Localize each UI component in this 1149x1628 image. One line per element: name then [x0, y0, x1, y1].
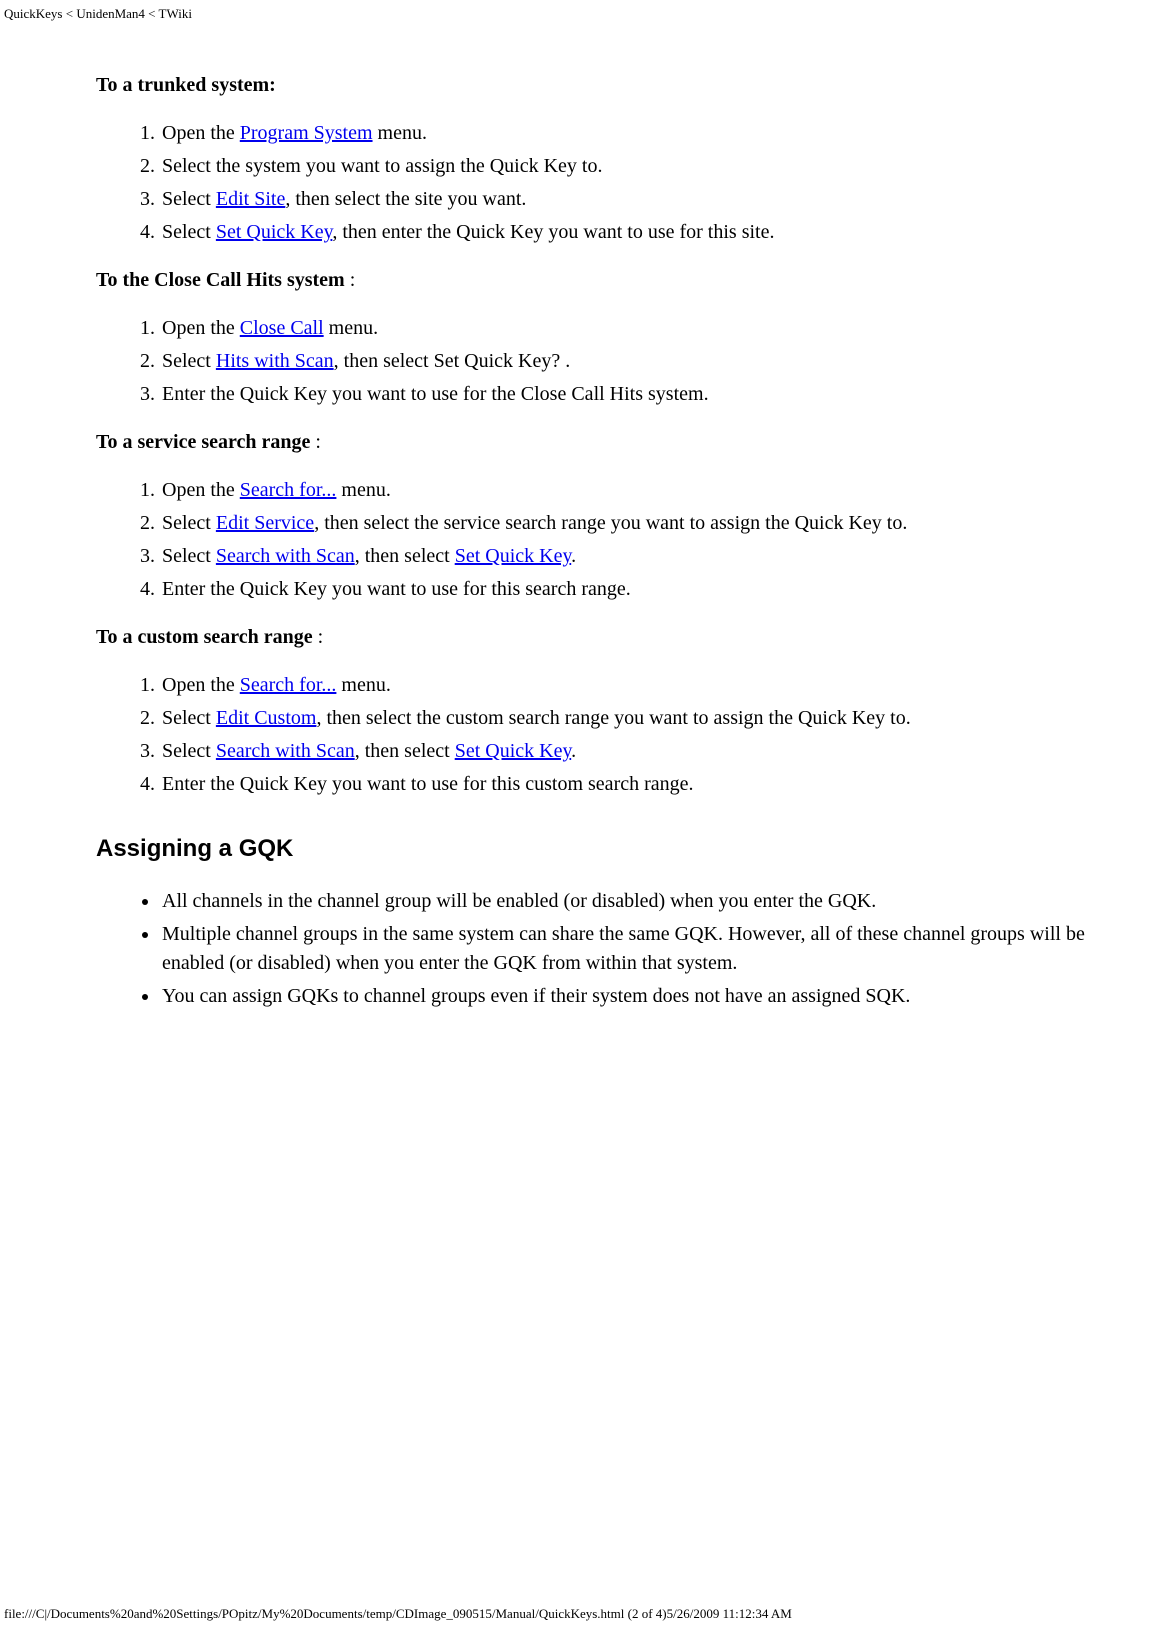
- link-set-quick-key[interactable]: Set Quick Key: [455, 545, 571, 567]
- text: , then select the site you want.: [285, 188, 526, 210]
- list-item: Select Search with Scan, then select Set…: [160, 737, 1109, 766]
- text: Open the: [162, 317, 240, 339]
- list-item: Enter the Quick Key you want to use for …: [160, 575, 1109, 604]
- text: , then enter the Quick Key you want to u…: [332, 221, 774, 243]
- link-search-with-scan[interactable]: Search with Scan: [216, 740, 355, 762]
- text: You can assign GQKs to channel groups ev…: [162, 985, 910, 1007]
- list-item: Multiple channel groups in the same syst…: [160, 920, 1109, 978]
- link-search-with-scan[interactable]: Search with Scan: [216, 545, 355, 567]
- text: Open the: [162, 674, 240, 696]
- text: To the Close Call Hits system: [96, 269, 345, 291]
- section-title-service: To a service search range :: [96, 431, 1109, 454]
- link-set-quick-key[interactable]: Set Quick Key: [216, 221, 332, 243]
- link-close-call[interactable]: Close Call: [240, 317, 324, 339]
- list-item: Enter the Quick Key you want to use for …: [160, 380, 1109, 409]
- list-custom: Open the Search for... menu. Select Edit…: [128, 671, 1109, 799]
- text: Select: [162, 512, 216, 534]
- footer-path: file:///C|/Documents%20and%20Settings/PO…: [4, 1606, 792, 1622]
- text: menu.: [336, 674, 390, 696]
- list-service: Open the Search for... menu. Select Edit…: [128, 476, 1109, 604]
- link-search-for[interactable]: Search for...: [240, 674, 337, 696]
- link-set-quick-key[interactable]: Set Quick Key: [455, 740, 571, 762]
- link-edit-site[interactable]: Edit Site: [216, 188, 285, 210]
- text: All channels in the channel group will b…: [162, 890, 876, 912]
- text: Select: [162, 545, 216, 567]
- text: Select: [162, 740, 216, 762]
- list-item: Select Edit Service, then select the ser…: [160, 509, 1109, 538]
- link-program-system[interactable]: Program System: [240, 122, 373, 144]
- heading-assigning-gqk: Assigning a GQK: [96, 835, 1109, 863]
- list-gqk: All channels in the channel group will b…: [128, 887, 1109, 1011]
- text: To a custom search range: [96, 626, 313, 648]
- list-item: Select Search with Scan, then select Set…: [160, 542, 1109, 571]
- text: Open the: [162, 122, 240, 144]
- text: Select the system you want to assign the…: [162, 155, 602, 177]
- section-title-closecall: To the Close Call Hits system :: [96, 269, 1109, 292]
- page: QuickKeys < UnidenMan4 < TWiki To a trun…: [0, 0, 1149, 1628]
- link-search-for[interactable]: Search for...: [240, 479, 337, 501]
- list-item: Select the system you want to assign the…: [160, 152, 1109, 181]
- section-title-trunked: To a trunked system:: [96, 74, 1109, 97]
- document-body: To a trunked system: Open the Program Sy…: [0, 22, 1149, 1011]
- list-closecall: Open the Close Call menu. Select Hits wi…: [128, 314, 1109, 409]
- text: Open the: [162, 479, 240, 501]
- list-item: Open the Close Call menu.: [160, 314, 1109, 343]
- text: , then select Set Quick Key? .: [334, 350, 571, 372]
- link-edit-custom[interactable]: Edit Custom: [216, 707, 317, 729]
- text: , then select: [355, 545, 455, 567]
- link-hits-with-scan[interactable]: Hits with Scan: [216, 350, 334, 372]
- list-item: Open the Search for... menu.: [160, 476, 1109, 505]
- text: Enter the Quick Key you want to use for …: [162, 578, 631, 600]
- text: , then select: [355, 740, 455, 762]
- text: menu.: [373, 122, 427, 144]
- list-item: All channels in the channel group will b…: [160, 887, 1109, 916]
- list-item: Open the Program System menu.: [160, 119, 1109, 148]
- text: Select: [162, 221, 216, 243]
- text: Multiple channel groups in the same syst…: [162, 923, 1085, 974]
- text: Select: [162, 188, 216, 210]
- list-item: Enter the Quick Key you want to use for …: [160, 770, 1109, 799]
- header-breadcrumb: QuickKeys < UnidenMan4 < TWiki: [0, 0, 1149, 22]
- text: :: [313, 626, 324, 648]
- list-item: Select Edit Custom, then select the cust…: [160, 704, 1109, 733]
- list-item: Select Hits with Scan, then select Set Q…: [160, 347, 1109, 376]
- text: Select: [162, 350, 216, 372]
- list-item: Select Set Quick Key, then enter the Qui…: [160, 218, 1109, 247]
- text: :: [310, 431, 321, 453]
- list-item: You can assign GQKs to channel groups ev…: [160, 982, 1109, 1011]
- text: menu.: [336, 479, 390, 501]
- text: , then select the service search range y…: [314, 512, 907, 534]
- text: .: [571, 545, 576, 567]
- text: menu.: [324, 317, 378, 339]
- list-item: Open the Search for... menu.: [160, 671, 1109, 700]
- section-title-custom: To a custom search range :: [96, 626, 1109, 649]
- text: :: [345, 269, 356, 291]
- text: Select: [162, 707, 216, 729]
- text: Enter the Quick Key you want to use for …: [162, 773, 694, 795]
- list-trunked: Open the Program System menu. Select the…: [128, 119, 1109, 247]
- text: , then select the custom search range yo…: [316, 707, 910, 729]
- link-edit-service[interactable]: Edit Service: [216, 512, 314, 534]
- text: Enter the Quick Key you want to use for …: [162, 383, 709, 405]
- list-item: Select Edit Site, then select the site y…: [160, 185, 1109, 214]
- text: .: [571, 740, 576, 762]
- text: To a service search range: [96, 431, 310, 453]
